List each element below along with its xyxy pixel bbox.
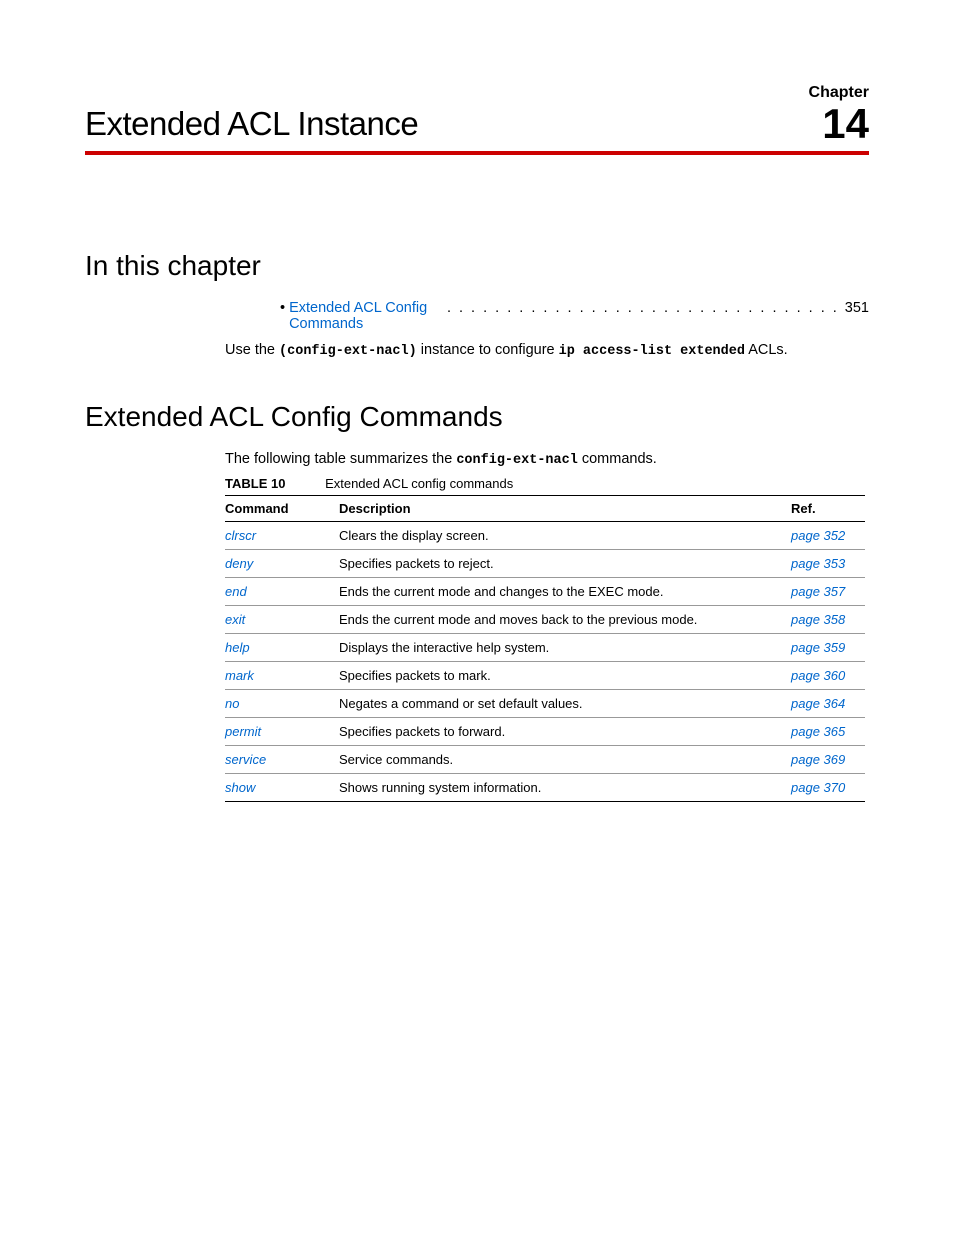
command-description: Specifies packets to forward.	[339, 717, 791, 745]
page-ref-link[interactable]: page 369	[791, 745, 865, 773]
table-row: permit Specifies packets to forward. pag…	[225, 717, 865, 745]
command-description: Ends the current mode and changes to the…	[339, 577, 791, 605]
command-description: Clears the display screen.	[339, 521, 791, 549]
command-link[interactable]: service	[225, 745, 339, 773]
toc-page-number: 351	[845, 300, 869, 316]
table-row: deny Specifies packets to reject. page 3…	[225, 549, 865, 577]
command-description: Specifies packets to mark.	[339, 661, 791, 689]
command-link[interactable]: clrscr	[225, 521, 339, 549]
table-row: service Service commands. page 369	[225, 745, 865, 773]
chapter-title: Extended ACL Instance	[85, 105, 418, 143]
command-link[interactable]: exit	[225, 605, 339, 633]
table-row: help Displays the interactive help syste…	[225, 633, 865, 661]
page-ref-link[interactable]: page 370	[791, 773, 865, 801]
command-link[interactable]: help	[225, 633, 339, 661]
table-row: exit Ends the current mode and moves bac…	[225, 605, 865, 633]
command-description: Displays the interactive help system.	[339, 633, 791, 661]
usage-sentence: Use the (config-ext-nacl) instance to co…	[225, 342, 869, 359]
section-in-this-chapter-heading: In this chapter	[85, 250, 869, 282]
toc-entry: • Extended ACL Config Commands . . . . .…	[280, 300, 869, 332]
table-row: clrscr Clears the display screen. page 3…	[225, 521, 865, 549]
command-link[interactable]: end	[225, 577, 339, 605]
toc-leader-dots: . . . . . . . . . . . . . . . . . . . . …	[447, 300, 839, 316]
page-ref-link[interactable]: page 358	[791, 605, 865, 633]
code-config-ext-nacl-2: config-ext-nacl	[456, 453, 578, 468]
table-label: TABLE 10	[225, 476, 285, 491]
command-description: Shows running system information.	[339, 773, 791, 801]
command-link[interactable]: mark	[225, 661, 339, 689]
table-row: mark Specifies packets to mark. page 360	[225, 661, 865, 689]
page-ref-link[interactable]: page 353	[791, 549, 865, 577]
table-row: no Negates a command or set default valu…	[225, 689, 865, 717]
table-row: end Ends the current mode and changes to…	[225, 577, 865, 605]
toc-bullet: •	[280, 300, 285, 316]
usage-mid: instance to configure	[421, 342, 559, 358]
page-ref-link[interactable]: page 352	[791, 521, 865, 549]
chapter-label: Chapter	[809, 85, 869, 101]
usage-prefix: Use the	[225, 342, 275, 358]
command-description: Service commands.	[339, 745, 791, 773]
page-ref-link[interactable]: page 365	[791, 717, 865, 745]
page-ref-link[interactable]: page 357	[791, 577, 865, 605]
toc-link-extended-acl-config-commands[interactable]: Extended ACL Config Commands	[289, 300, 445, 332]
chapter-header: Extended ACL Instance Chapter 14	[85, 85, 869, 155]
document-page: Extended ACL Instance Chapter 14 In this…	[0, 0, 954, 802]
intro-prefix: The following table summarizes the	[225, 451, 456, 467]
chapter-number-block: Chapter 14	[809, 85, 869, 143]
commands-table-body: clrscr Clears the display screen. page 3…	[225, 521, 865, 801]
commands-table: Command Description Ref. clrscr Clears t…	[225, 495, 865, 802]
table-caption: TABLE 10 Extended ACL config commands	[225, 476, 869, 491]
command-link[interactable]: no	[225, 689, 339, 717]
command-link[interactable]: deny	[225, 549, 339, 577]
table-row: show Shows running system information. p…	[225, 773, 865, 801]
page-ref-link[interactable]: page 364	[791, 689, 865, 717]
page-ref-link[interactable]: page 360	[791, 661, 865, 689]
command-link[interactable]: show	[225, 773, 339, 801]
table-header-row: Command Description Ref.	[225, 495, 865, 521]
code-config-ext-nacl: (config-ext-nacl)	[279, 344, 417, 359]
chapter-number: 14	[822, 100, 869, 147]
command-link[interactable]: permit	[225, 717, 339, 745]
code-ip-access-list-extended: ip access-list extended	[559, 344, 745, 359]
col-header-command: Command	[225, 495, 339, 521]
command-description: Ends the current mode and moves back to …	[339, 605, 791, 633]
command-description: Negates a command or set default values.	[339, 689, 791, 717]
page-ref-link[interactable]: page 359	[791, 633, 865, 661]
config-commands-intro: The following table summarizes the confi…	[225, 451, 869, 468]
command-description: Specifies packets to reject.	[339, 549, 791, 577]
col-header-description: Description	[339, 495, 791, 521]
section-config-commands-heading: Extended ACL Config Commands	[85, 401, 869, 433]
table-caption-text: Extended ACL config commands	[325, 476, 513, 491]
col-header-ref: Ref.	[791, 495, 865, 521]
intro-suffix: commands.	[578, 451, 657, 467]
usage-suffix: ACLs.	[748, 342, 788, 358]
